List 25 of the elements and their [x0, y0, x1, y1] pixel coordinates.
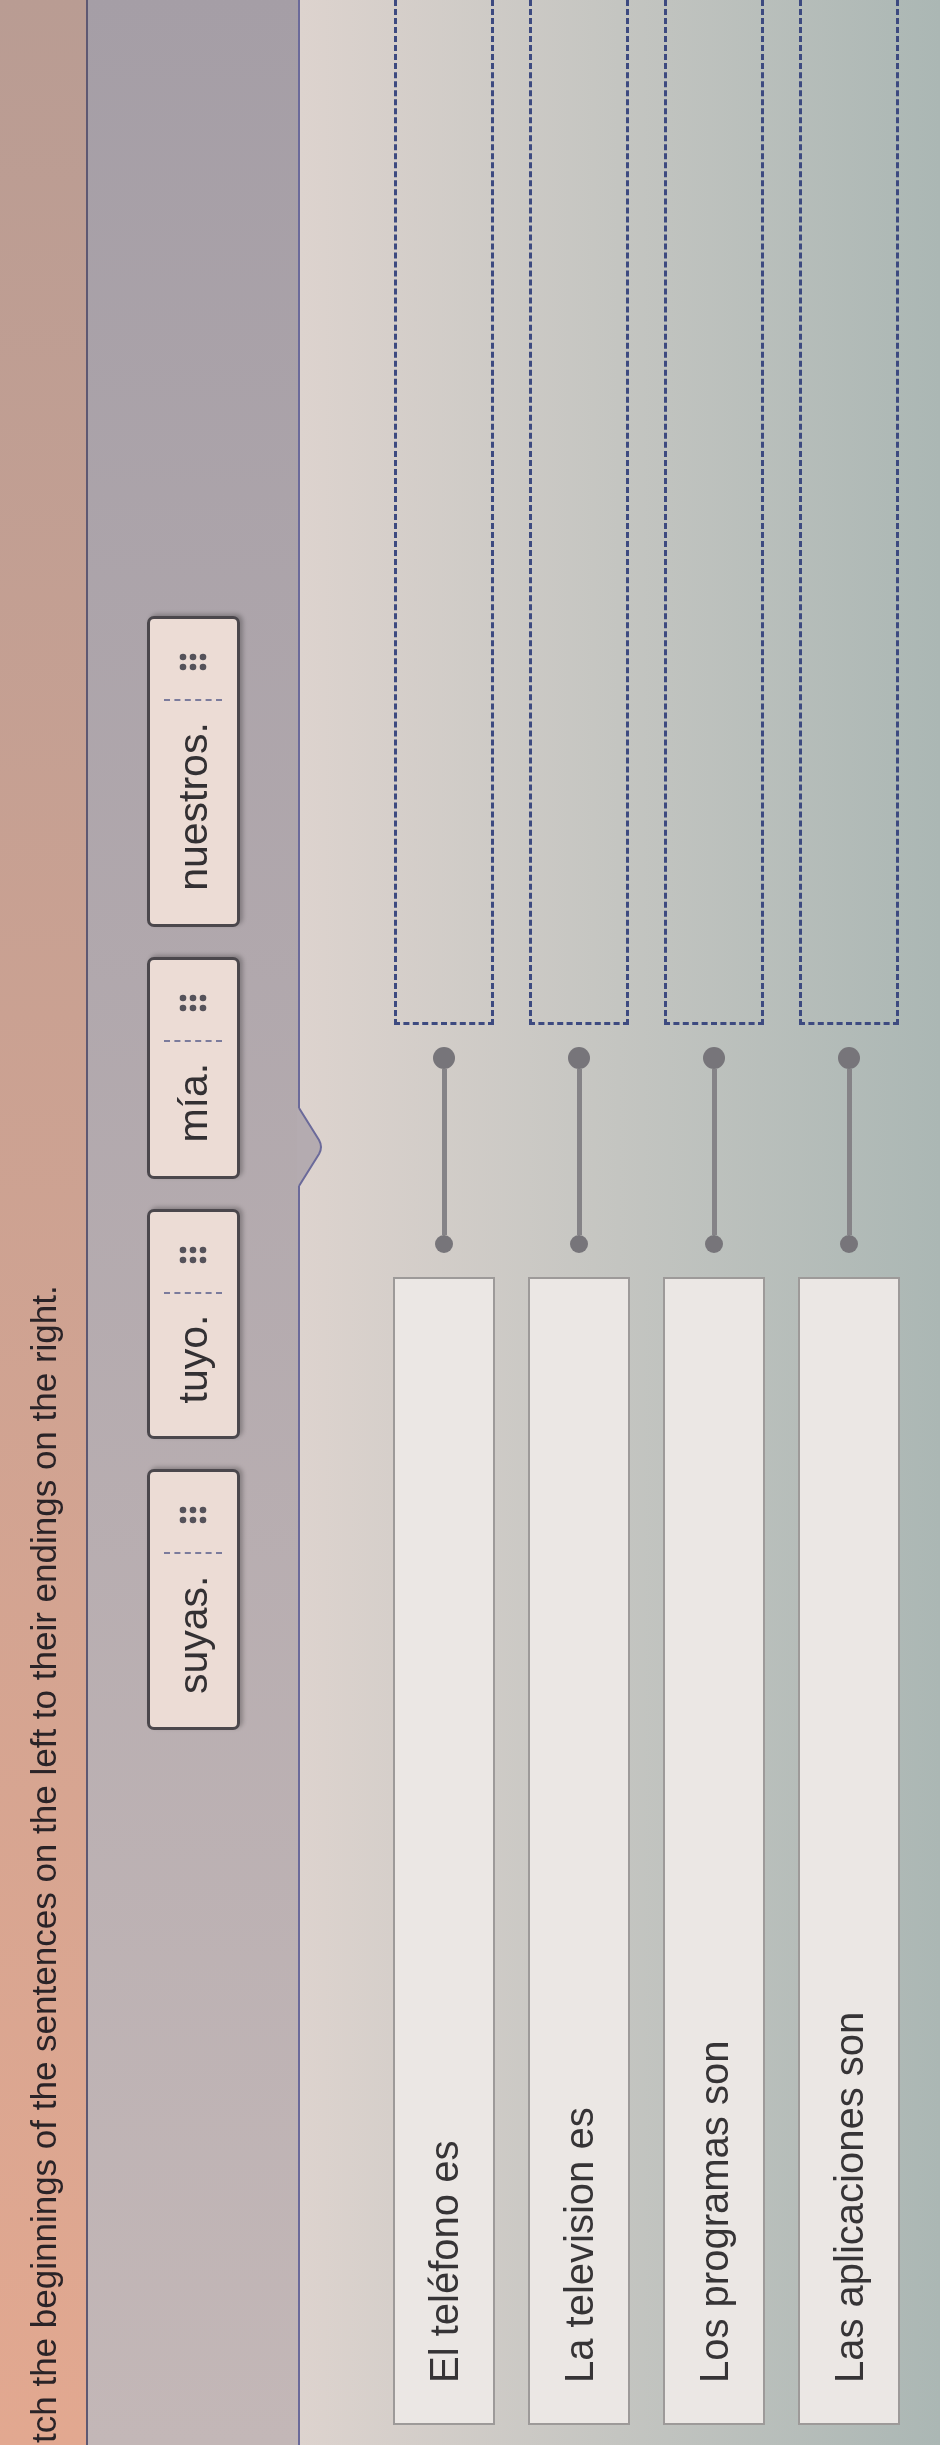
- sentence-beginning: Los programas son: [663, 1277, 765, 2425]
- answer-tile[interactable]: nuestros.: [146, 616, 240, 927]
- sentence-beginning: Las aplicaciones son: [798, 1277, 900, 2425]
- drop-zone[interactable]: [529, 0, 629, 1025]
- grip-icon: [179, 653, 207, 672]
- answer-tile[interactable]: mía.: [146, 956, 240, 1179]
- drop-zone[interactable]: [394, 0, 494, 1025]
- dot-icon: [840, 1235, 858, 1253]
- instruction-text: tch the beginnings of the sentences on the left to their endings on the right.: [25, 1285, 61, 2443]
- sentence-beginning: La television es: [528, 1277, 630, 2425]
- dot-icon: [705, 1235, 723, 1253]
- sentence-beginning: El teléfono es: [393, 1277, 495, 2425]
- grip-icon: [179, 1506, 207, 1525]
- dot-icon: [435, 1235, 453, 1253]
- answer-tile[interactable]: tuyo.: [146, 1208, 240, 1440]
- dot-icon[interactable]: [838, 1047, 860, 1069]
- drop-zone[interactable]: [799, 0, 899, 1025]
- dot-icon[interactable]: [703, 1047, 725, 1069]
- grip-icon: [179, 993, 207, 1012]
- answer-tile[interactable]: suyas.: [146, 1469, 240, 1730]
- dot-icon[interactable]: [568, 1047, 590, 1069]
- grip-icon: [179, 1245, 207, 1264]
- drop-zone[interactable]: [664, 0, 764, 1025]
- dot-icon[interactable]: [433, 1047, 455, 1069]
- dot-icon: [570, 1235, 588, 1253]
